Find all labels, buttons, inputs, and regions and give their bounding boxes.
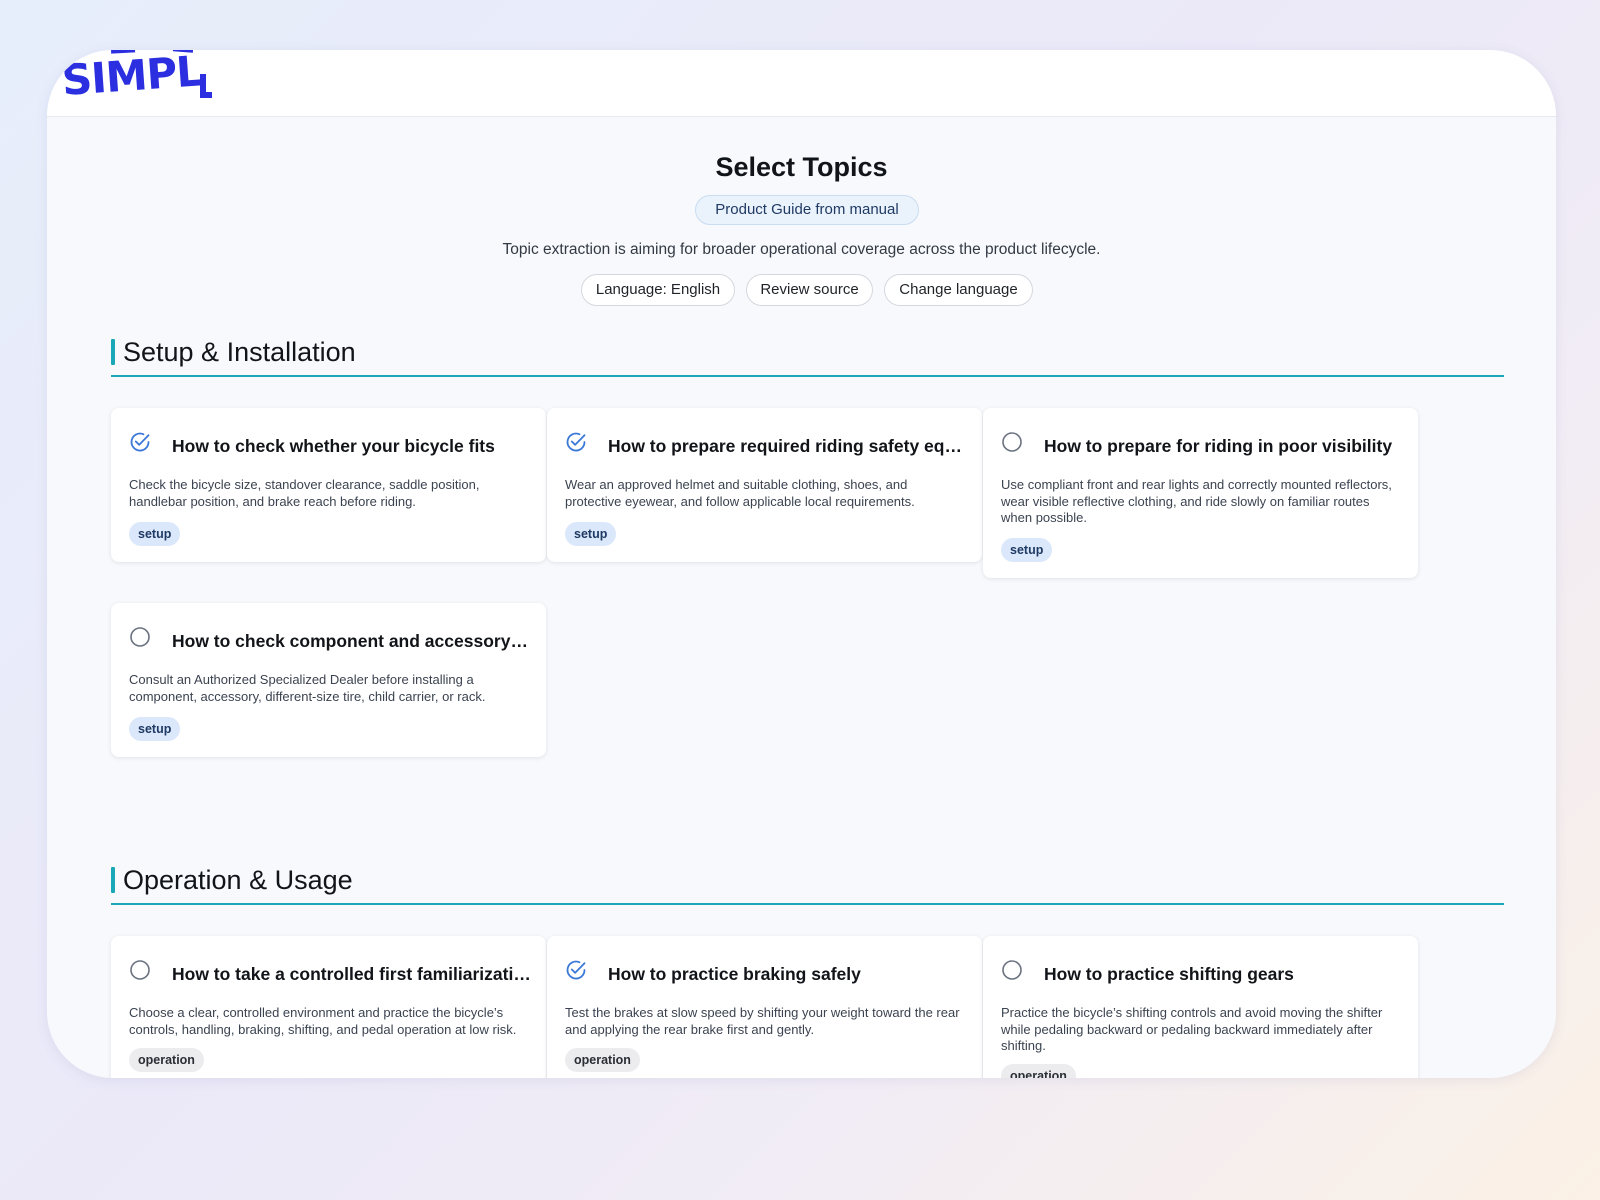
topic-card[interactable]: How to prepare for riding in poor visibi… — [983, 408, 1418, 578]
section-accent-bar — [111, 867, 115, 893]
topic-card[interactable]: How to practice shifting gears Practice … — [983, 936, 1418, 1078]
section-divider — [111, 903, 1504, 905]
section-title: Setup & Installation — [123, 337, 356, 367]
topic-title: How to take a controlled first familiari… — [172, 964, 532, 984]
logo-text: SIMPL — [63, 50, 204, 102]
topic-title: How to prepare required riding safety eq… — [608, 436, 968, 456]
topic-description: Practice the bicycle’s shifting controls… — [1001, 1005, 1383, 1053]
topic-description: Use compliant front and rear lights and … — [1001, 477, 1392, 525]
page-subtitle: Topic extraction is aiming for broader o… — [502, 241, 1101, 258]
topic-title: How to check whether your bicycle fits — [172, 436, 495, 456]
guide-type-badge: Product Guide from manual — [695, 195, 919, 225]
check-circle-icon[interactable] — [565, 431, 587, 453]
topic-tag: operation — [1001, 1064, 1076, 1078]
review-source-button[interactable]: Review source — [746, 274, 873, 306]
topic-title: How to check component and accessory co… — [172, 631, 532, 651]
topic-tag: setup — [565, 522, 617, 546]
topic-card[interactable]: How to check component and accessory co…… — [111, 603, 546, 757]
topic-tag: setup — [1001, 538, 1053, 562]
topic-description: Check the bicycle size, standover cleara… — [129, 477, 480, 509]
section-title: Operation & Usage — [123, 865, 353, 895]
empty-circle-icon[interactable] — [1001, 431, 1023, 453]
check-circle-icon[interactable] — [565, 959, 587, 981]
topic-card[interactable]: How to take a controlled first familiari… — [111, 936, 546, 1078]
topic-tag: setup — [129, 717, 181, 741]
main-content: Select Topics Product Guide from manual … — [47, 117, 1556, 1078]
screen-background: SIMPL Select Topics Product Guide from m… — [0, 0, 1600, 1200]
topic-tag: setup — [129, 522, 181, 546]
check-circle-icon[interactable] — [129, 431, 151, 453]
language-chip[interactable]: Language: English — [581, 274, 735, 306]
page-title: Select Topics — [715, 152, 888, 182]
topic-tag: operation — [129, 1048, 204, 1072]
topic-title: How to prepare for riding in poor visibi… — [1044, 436, 1393, 456]
topic-card[interactable]: How to prepare required riding safety eq… — [547, 408, 982, 562]
empty-circle-icon[interactable] — [129, 626, 151, 648]
topic-tag: operation — [565, 1048, 640, 1072]
section-header-setup: Setup & Installation — [111, 335, 1504, 377]
section-divider — [111, 375, 1504, 377]
empty-circle-icon[interactable] — [129, 959, 151, 981]
topic-title: How to practice braking safely — [608, 964, 861, 984]
section-header-operation: Operation & Usage — [111, 863, 1504, 905]
app-window: SIMPL Select Topics Product Guide from m… — [47, 50, 1556, 1078]
topic-description: Choose a clear, controlled environment a… — [129, 1005, 517, 1037]
top-bar: SIMPL — [47, 50, 1556, 117]
topic-description: Consult an Authorized Specialized Dealer… — [129, 672, 486, 704]
change-language-button[interactable]: Change language — [884, 274, 1033, 306]
topic-description: Wear an approved helmet and suitable clo… — [565, 477, 915, 509]
topic-card[interactable]: How to practice braking safely Test the … — [547, 936, 982, 1078]
section-accent-bar — [111, 339, 115, 365]
topic-description: Test the brakes at slow speed by shiftin… — [565, 1005, 960, 1037]
topic-card[interactable]: How to check whether your bicycle fits C… — [111, 408, 546, 562]
simpl-logo[interactable]: SIMPL — [63, 50, 233, 102]
topic-title: How to practice shifting gears — [1044, 964, 1294, 984]
empty-circle-icon[interactable] — [1001, 959, 1023, 981]
